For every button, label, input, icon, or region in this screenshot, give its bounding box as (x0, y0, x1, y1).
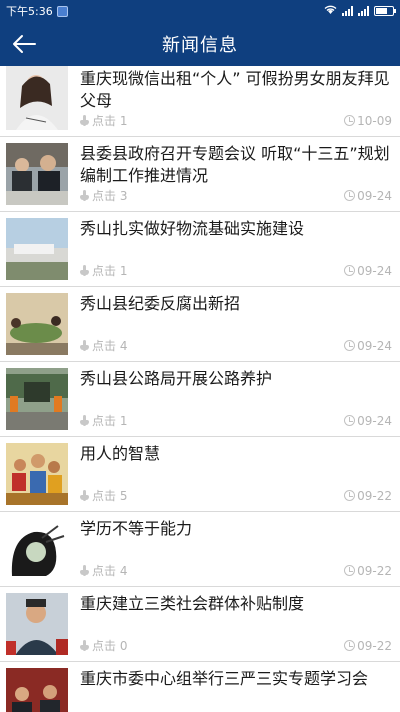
click-icon (80, 340, 89, 351)
news-date: 10-09 (357, 113, 392, 128)
news-thumbnail (6, 143, 68, 205)
battery-icon (374, 6, 396, 16)
click-icon (80, 115, 89, 126)
click-count: 0 (119, 638, 128, 653)
clock-icon (344, 565, 356, 576)
news-item[interactable]: 重庆现微信出租“个人” 可假扮男女朋友拜见父母 点击 1 10-09 (0, 66, 400, 137)
click-label: 点击 (92, 189, 117, 203)
click-label: 点击 (92, 339, 117, 353)
clock-icon (344, 115, 356, 126)
signal-icon-2 (358, 6, 369, 16)
news-date: 09-22 (357, 563, 392, 578)
click-icon (80, 265, 89, 276)
news-item[interactable]: 用人的智慧 点击 5 09-22 (0, 437, 400, 512)
news-date: 09-22 (357, 638, 392, 653)
status-time: 下午5:36 (6, 5, 53, 18)
news-title: 秀山扎实做好物流基础实施建设 (80, 219, 305, 238)
app-bar: 新闻信息 (0, 22, 400, 66)
news-title: 秀山县纪委反腐出新招 (80, 294, 241, 313)
news-item[interactable]: 县委县政府召开专题会议 听取“十三五”规划编制工作推进情况 点击 3 09-24 (0, 137, 400, 212)
news-item[interactable]: 秀山县公路局开展公路养护 点击 1 09-24 (0, 362, 400, 437)
news-title: 秀山县公路局开展公路养护 (80, 369, 273, 388)
news-title: 重庆现微信出租“个人” 可假扮男女朋友拜见父母 (80, 69, 390, 110)
news-thumbnail (6, 668, 68, 712)
news-title: 学历不等于能力 (80, 519, 193, 538)
click-label: 点击 (92, 414, 117, 428)
clock-icon (344, 265, 356, 276)
click-icon (80, 415, 89, 426)
news-title: 县委县政府召开专题会议 听取“十三五”规划编制工作推进情况 (80, 144, 390, 185)
wifi-icon (324, 5, 337, 18)
news-thumbnail (6, 593, 68, 655)
news-date: 09-24 (357, 338, 392, 353)
news-title: 用人的智慧 (80, 444, 161, 463)
click-count: 4 (119, 338, 128, 353)
click-count: 4 (119, 563, 128, 578)
clock-icon (344, 340, 356, 351)
signal-icon (342, 6, 353, 16)
click-count: 5 (119, 488, 128, 503)
click-count: 1 (119, 413, 128, 428)
click-count: 1 (119, 263, 128, 278)
news-thumbnail (6, 443, 68, 505)
news-title: 重庆建立三类社会群体补贴制度 (80, 594, 305, 613)
click-count: 3 (119, 188, 128, 203)
click-label: 点击 (92, 114, 117, 128)
click-label: 点击 (92, 264, 117, 278)
news-thumbnail (6, 293, 68, 355)
news-thumbnail (6, 518, 68, 580)
news-date: 09-22 (357, 488, 392, 503)
news-item[interactable]: 秀山县纪委反腐出新招 点击 4 09-24 (0, 287, 400, 362)
news-list[interactable]: 重庆现微信出租“个人” 可假扮男女朋友拜见父母 点击 1 10-09 县委县政府… (0, 66, 400, 712)
news-date: 09-24 (357, 413, 392, 428)
clock-icon (344, 190, 356, 201)
news-thumbnail (6, 218, 68, 280)
back-button[interactable] (10, 30, 38, 58)
news-item[interactable]: 重庆市委中心组举行三严三实专题学习会 (0, 662, 400, 712)
clock-icon (344, 640, 356, 651)
news-date: 09-24 (357, 188, 392, 203)
status-bar: 下午5:36 (0, 0, 400, 22)
news-thumbnail (6, 66, 68, 130)
news-date: 09-24 (357, 263, 392, 278)
click-icon (80, 190, 89, 201)
click-icon (80, 565, 89, 576)
news-item[interactable]: 秀山扎实做好物流基础实施建设 点击 1 09-24 (0, 212, 400, 287)
news-thumbnail (6, 368, 68, 430)
arrow-left-icon (13, 35, 36, 53)
click-label: 点击 (92, 639, 117, 653)
page-title: 新闻信息 (162, 35, 238, 56)
news-item[interactable]: 学历不等于能力 点击 4 09-22 (0, 512, 400, 587)
message-notification-icon (56, 5, 68, 17)
click-label: 点击 (92, 564, 117, 578)
news-item[interactable]: 重庆建立三类社会群体补贴制度 点击 0 09-22 (0, 587, 400, 662)
click-icon (80, 640, 89, 651)
clock-icon (344, 415, 356, 426)
click-label: 点击 (92, 489, 117, 503)
click-count: 1 (119, 113, 128, 128)
click-icon (80, 490, 89, 501)
news-title: 重庆市委中心组举行三严三实专题学习会 (80, 669, 369, 688)
clock-icon (344, 490, 356, 501)
